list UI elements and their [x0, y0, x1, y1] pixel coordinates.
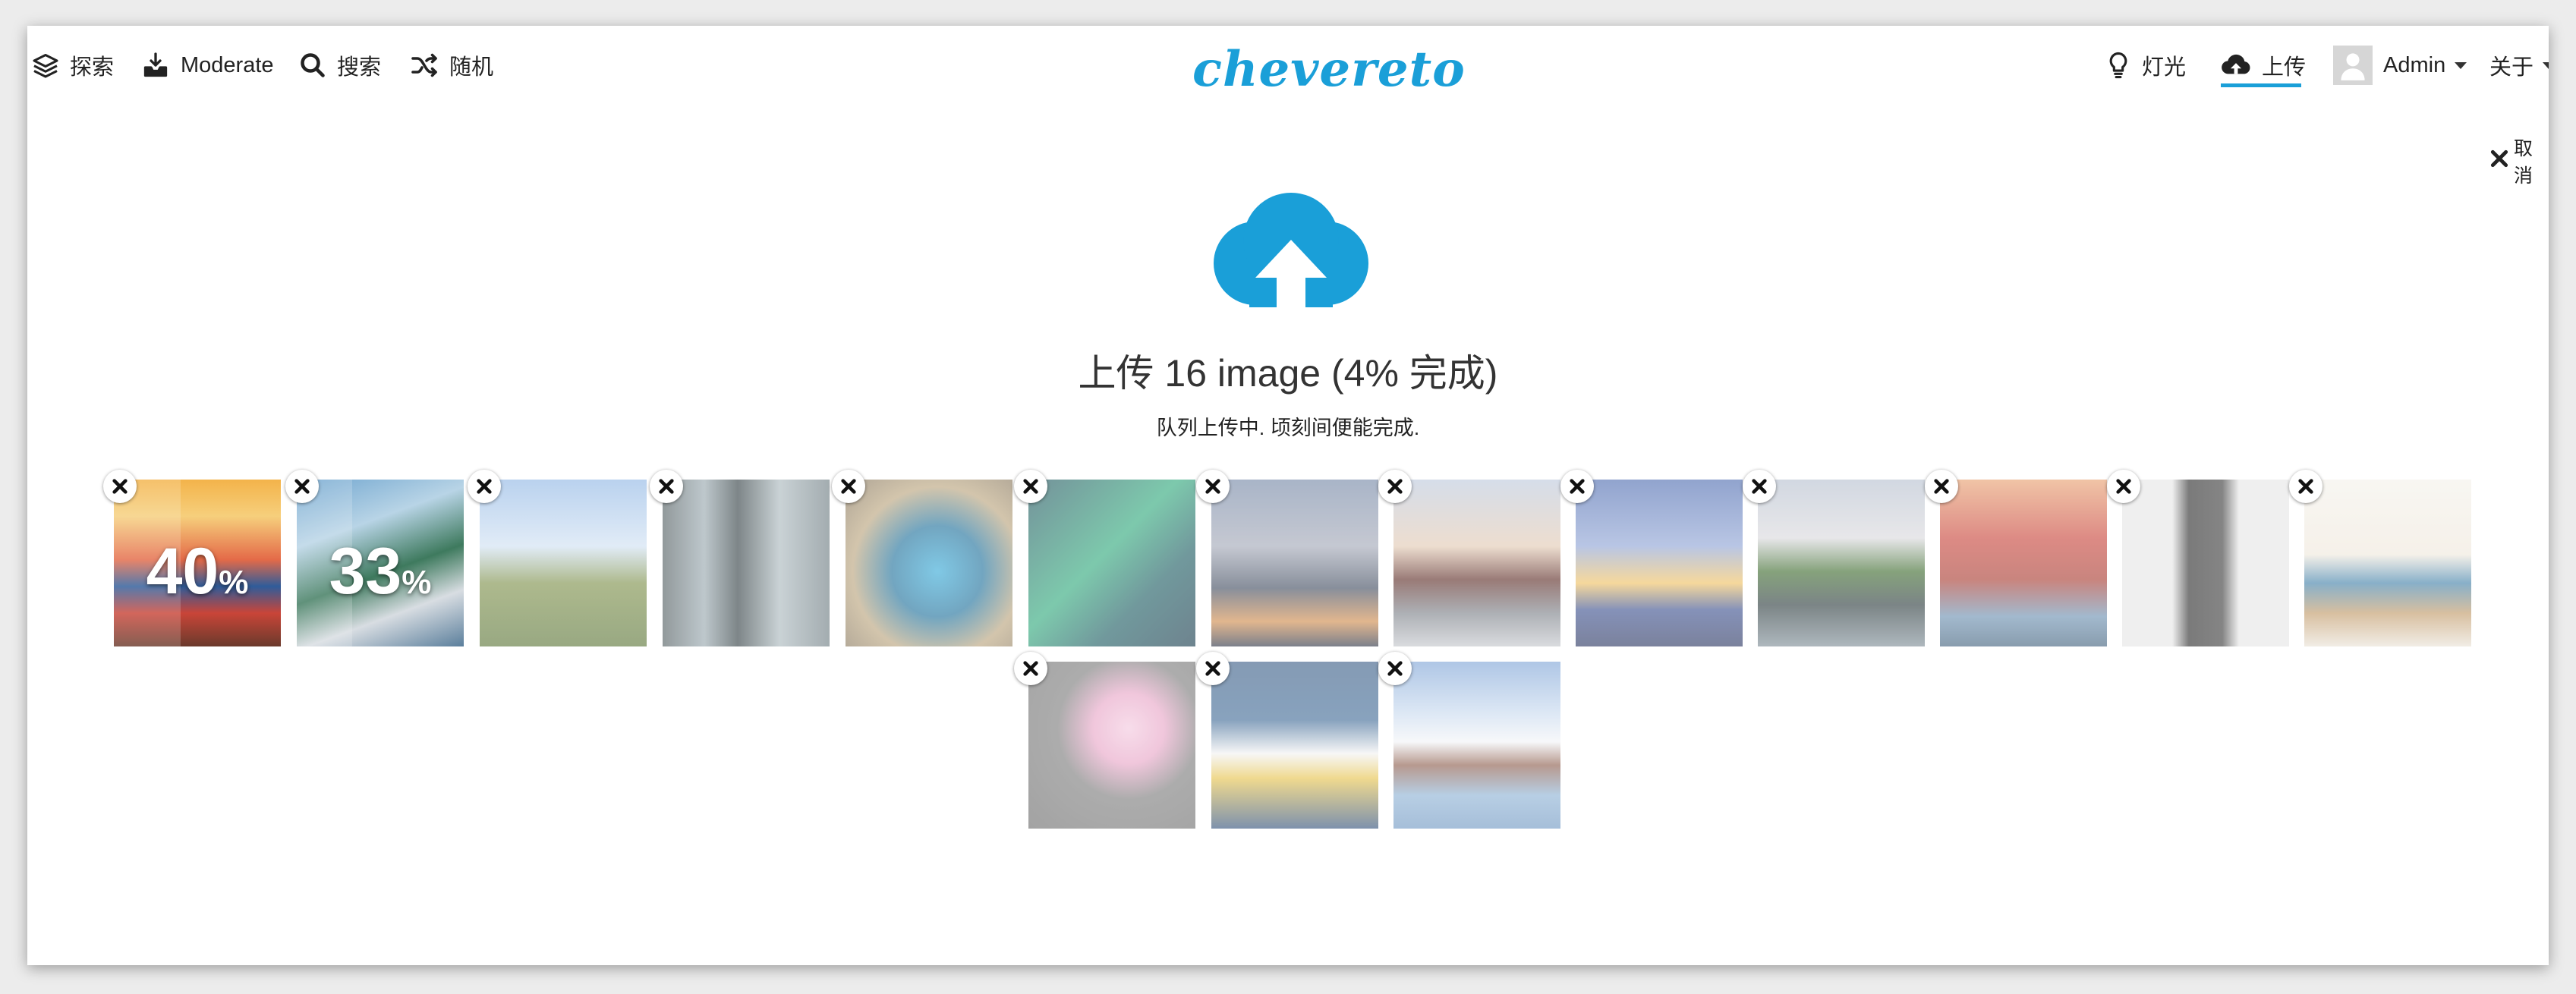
active-tab-indicator [2221, 83, 2301, 87]
cancel-label: 取消 [2514, 138, 2533, 187]
shuffle-icon [410, 52, 439, 79]
chevron-down-icon [2455, 61, 2467, 69]
layers-icon [32, 52, 59, 79]
upload-status-subtitle: 队列上传中. 顷刻间便能完成. [1156, 417, 1420, 439]
close-icon [2116, 479, 2131, 494]
nav-lights-label: 灯光 [2142, 55, 2187, 80]
user-avatar-icon [2333, 46, 2373, 85]
remove-thumbnail-button[interactable] [1378, 652, 1412, 685]
upload-thumbnail [2304, 480, 2471, 646]
lightbulb-icon [2105, 51, 2131, 80]
close-icon [112, 479, 128, 494]
remove-thumbnail-button[interactable] [1196, 470, 1230, 503]
close-icon [477, 479, 492, 494]
upload-thumbnail [2122, 480, 2289, 646]
app-window: 探索 Moderate 搜索 随机 chevereto 灯光 上传 Admin … [27, 26, 2549, 965]
upload-thumbnail: 40% [114, 480, 281, 646]
upload-thumbnail [663, 480, 830, 646]
top-navigation-bar: 探索 Moderate 搜索 随机 chevereto 灯光 上传 Admin … [27, 26, 2549, 105]
nav-lights[interactable]: 灯光 [2105, 26, 2186, 105]
upload-thumbnail [480, 480, 647, 646]
close-icon [1752, 479, 1767, 494]
close-icon [1570, 479, 1585, 494]
close-icon [294, 479, 310, 494]
close-icon [659, 479, 674, 494]
upload-thumbnail [846, 480, 1012, 646]
inbox-download-icon [141, 52, 170, 79]
nav-moderate-label: Moderate [181, 52, 274, 77]
close-icon [1205, 661, 1220, 676]
nav-about[interactable]: 关于 [2489, 26, 2549, 105]
nav-explore-label: 探索 [70, 55, 115, 80]
remove-thumbnail-button[interactable] [2107, 470, 2140, 503]
close-icon [2489, 149, 2509, 174]
upload-status-title: 上传 16 image (4% 完成) [1078, 352, 1498, 395]
remove-thumbnail-button[interactable] [1743, 470, 1776, 503]
nav-moderate[interactable]: Moderate [141, 26, 274, 105]
close-icon [2298, 479, 2313, 494]
nav-user-label: Admin [2383, 52, 2446, 77]
remove-thumbnail-button[interactable] [468, 470, 501, 503]
upload-thumbnail [1940, 480, 2107, 646]
nav-random[interactable]: 随机 [410, 26, 493, 105]
nav-upload[interactable]: 上传 [2221, 26, 2306, 105]
nav-explore[interactable]: 探索 [32, 26, 114, 105]
upload-thumbnail: 33% [297, 480, 464, 646]
nav-upload-label: 上传 [2262, 55, 2307, 80]
close-icon [1387, 661, 1403, 676]
close-icon [1205, 479, 1220, 494]
remove-thumbnail-button[interactable] [1014, 652, 1047, 685]
chevron-down-icon [2543, 61, 2549, 69]
remove-thumbnail-button[interactable] [650, 470, 683, 503]
remove-thumbnail-button[interactable] [1196, 652, 1230, 685]
nav-about-label: 关于 [2489, 55, 2534, 80]
close-icon [841, 479, 856, 494]
nav-search[interactable]: 搜索 [299, 26, 381, 105]
remove-thumbnail-button[interactable] [285, 470, 319, 503]
close-icon [1934, 479, 1949, 494]
remove-thumbnail-button[interactable] [1560, 470, 1594, 503]
close-icon [1023, 661, 1038, 676]
upload-thumbnail [1393, 480, 1560, 646]
cloud-upload-icon [2221, 52, 2251, 78]
upload-thumbnail [1028, 662, 1195, 829]
upload-thumbnail [1028, 480, 1195, 646]
cloud-upload-icon [1213, 191, 1369, 316]
nav-random-label: 随机 [449, 55, 494, 80]
remove-thumbnail-button[interactable] [103, 470, 137, 503]
upload-thumbnail [1576, 480, 1743, 646]
search-icon [299, 52, 326, 79]
close-icon [1387, 479, 1403, 494]
chevereto-logo[interactable]: chevereto [1192, 46, 1466, 94]
nav-user-menu[interactable]: Admin [2333, 26, 2467, 105]
upload-thumbnail [1393, 662, 1560, 829]
remove-thumbnail-button[interactable] [1014, 470, 1047, 503]
nav-search-label: 搜索 [337, 55, 382, 80]
remove-thumbnail-button[interactable] [2289, 470, 2322, 503]
upload-progress-label: 40% [146, 535, 249, 608]
remove-thumbnail-button[interactable] [1378, 470, 1412, 503]
remove-thumbnail-button[interactable] [1925, 470, 1958, 503]
upload-thumbnail [1758, 480, 1925, 646]
remove-thumbnail-button[interactable] [832, 470, 865, 503]
upload-thumbnail [1211, 662, 1378, 829]
upload-progress-label: 33% [329, 535, 432, 608]
close-icon [1023, 479, 1038, 494]
cancel-upload-button[interactable]: 取消 [2489, 138, 2549, 187]
upload-thumbnail [1211, 480, 1378, 646]
